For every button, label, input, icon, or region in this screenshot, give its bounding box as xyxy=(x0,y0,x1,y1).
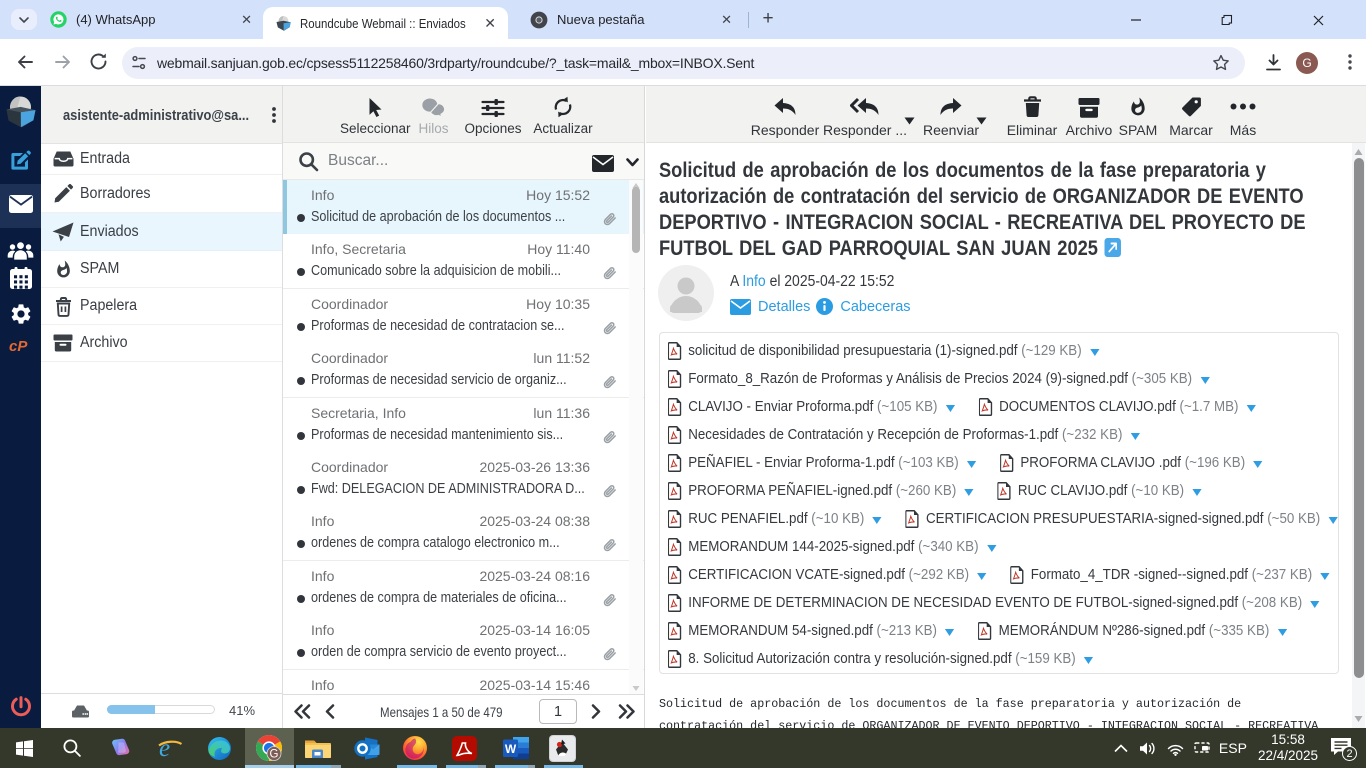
svg-text:G: G xyxy=(270,749,279,761)
svg-text:cP: cP xyxy=(9,338,28,354)
svg-text:e: e xyxy=(159,735,170,761)
svg-text:W: W xyxy=(504,742,516,756)
